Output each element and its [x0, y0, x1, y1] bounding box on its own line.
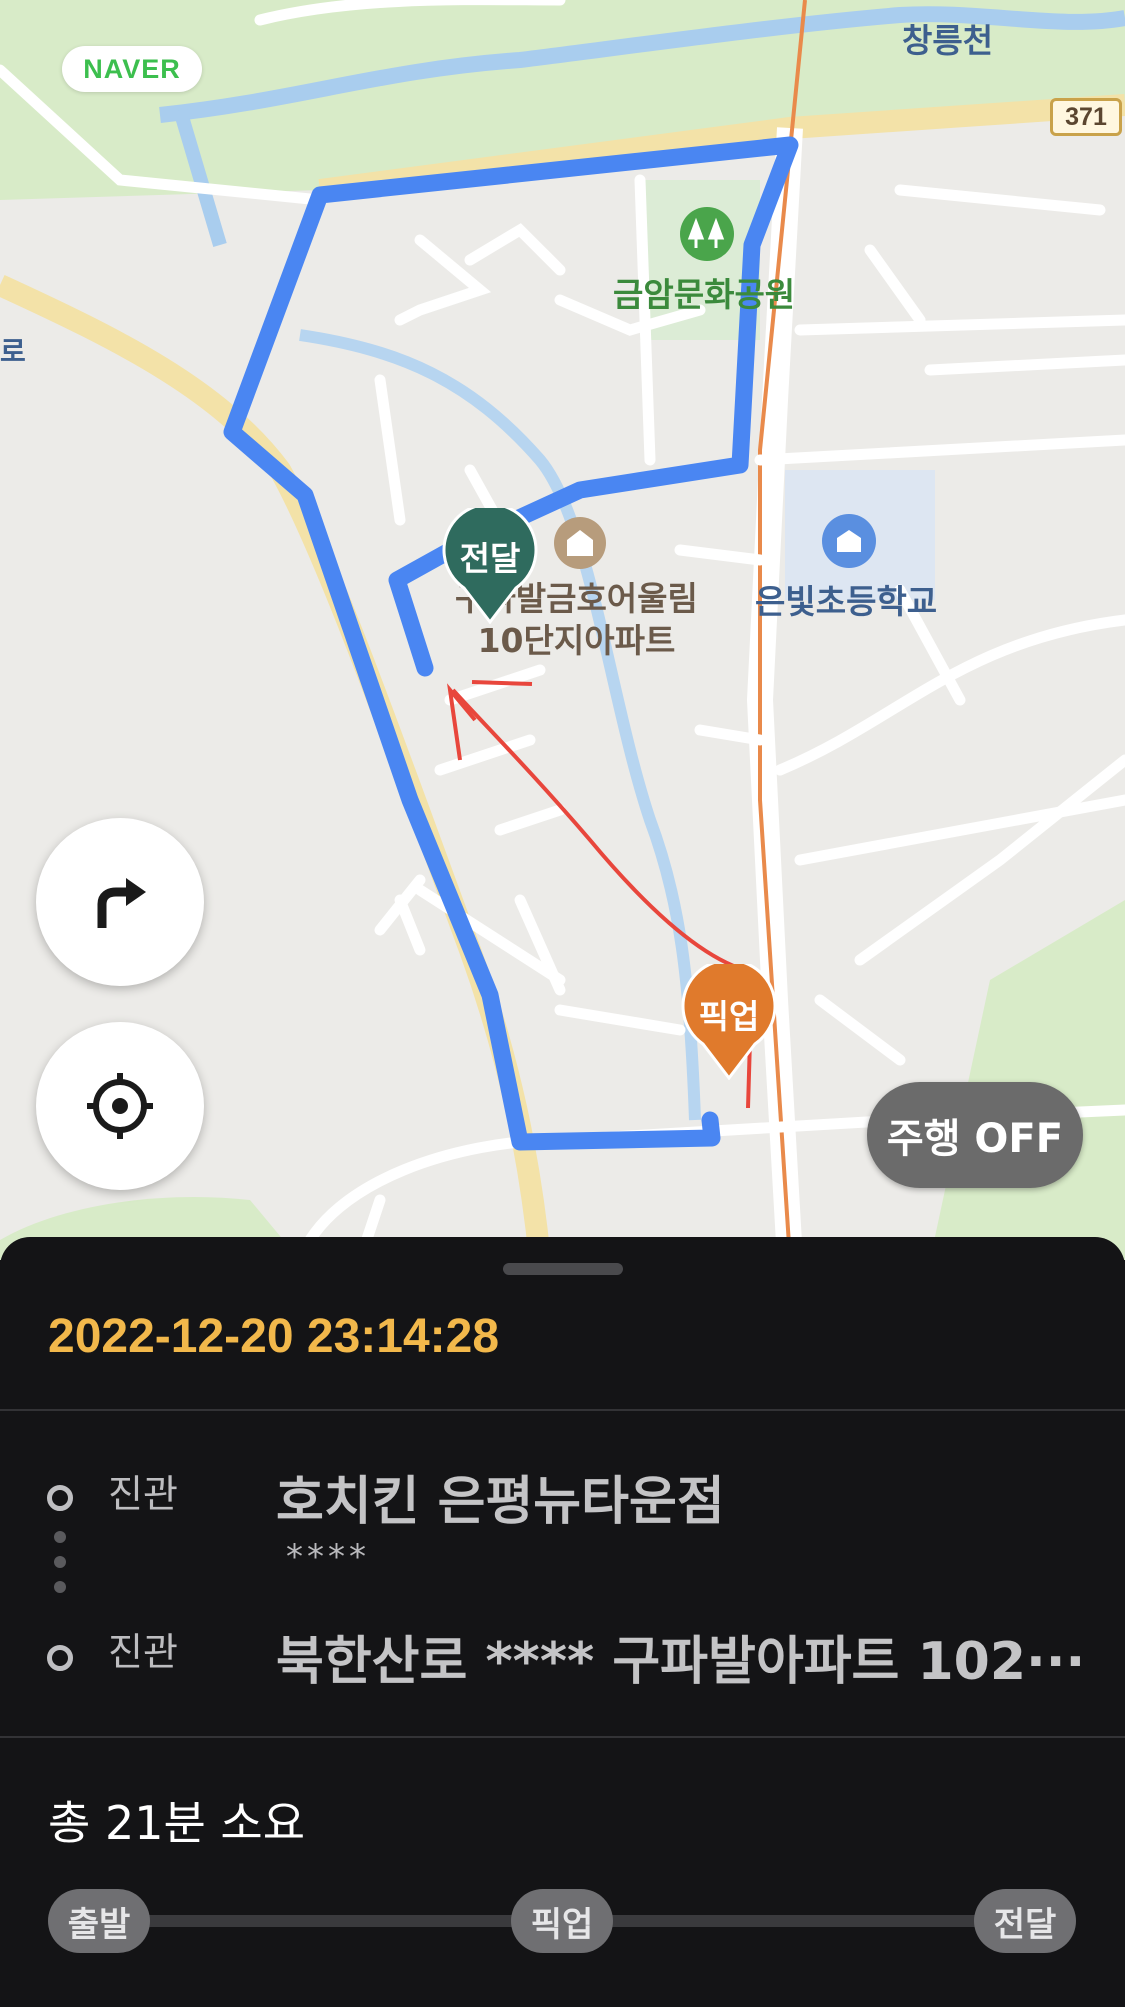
naver-logo: NAVER: [62, 46, 202, 92]
turn-guide-button[interactable]: [36, 818, 204, 986]
pickup-status: 진관: [108, 1472, 178, 1516]
progress-step-start: 출발: [48, 1889, 150, 1953]
order-bottom-sheet: 2022-12-20 23:14:28 진관 호치킨 은평뉴타운점 **** 진…: [0, 1237, 1125, 2007]
pickup-marker-label: 픽업: [698, 997, 760, 1036]
park-label: 금암문화공원: [613, 275, 796, 314]
road-number-badge: 371: [1050, 98, 1122, 136]
order-timestamp: 2022-12-20 23:14:28: [48, 1310, 500, 1363]
pickup-marker[interactable]: 픽업: [681, 958, 777, 1081]
dropoff-status: 진관: [108, 1630, 178, 1674]
connector-dot: [54, 1581, 66, 1593]
dropoff-dot-icon: [47, 1645, 73, 1671]
crosshair-icon: [87, 1073, 153, 1139]
delivery-marker-label: 전달: [459, 539, 521, 578]
apartment-label-line2: 10단지아파트: [477, 621, 676, 660]
progress-step-pickup: 픽업: [511, 1889, 613, 1953]
connector-dot: [54, 1531, 66, 1543]
map-view[interactable]: 창릉천 금암문화공원 은빛초등학교 구파발금호어울림 10단지아파트 로 NAV…: [0, 0, 1125, 1260]
total-time: 총 21분 소요: [48, 1796, 306, 1850]
stream-label: 창릉천: [902, 21, 994, 60]
dropoff-address: 북한산로 **** 구파발아파트 102···: [276, 1632, 1086, 1692]
turn-right-icon: [97, 878, 146, 928]
progress-step-delivery: 전달: [974, 1889, 1076, 1953]
delivery-marker[interactable]: 전달: [442, 502, 538, 625]
sheet-drag-handle[interactable]: [503, 1263, 623, 1275]
edge-label: 로: [0, 335, 26, 368]
pickup-detail: ****: [286, 1537, 370, 1577]
school-label: 은빛초등학교: [755, 582, 938, 621]
trip-progress: 출발 픽업 전달: [48, 1889, 1076, 1953]
divider: [0, 1736, 1125, 1738]
divider: [0, 1409, 1125, 1411]
drive-mode-toggle[interactable]: 주행 OFF: [867, 1082, 1083, 1188]
pickup-dot-icon: [47, 1485, 73, 1511]
connector-dot: [54, 1556, 66, 1568]
pickup-store-name: 호치킨 은평뉴타운점: [276, 1472, 725, 1532]
my-location-button[interactable]: [36, 1022, 204, 1190]
